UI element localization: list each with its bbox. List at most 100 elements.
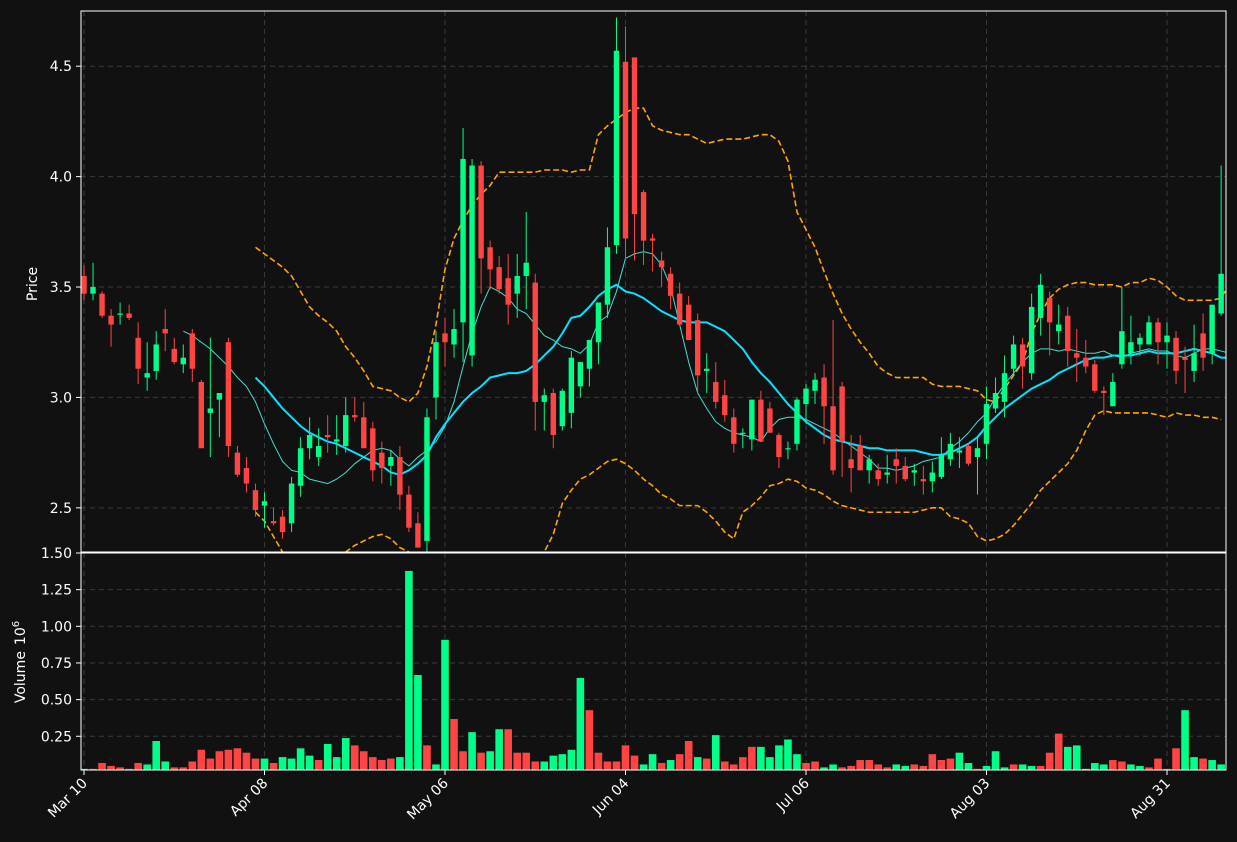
candle-body xyxy=(812,379,818,391)
candle-body xyxy=(505,278,511,305)
volume-bar xyxy=(927,753,937,770)
candle-body xyxy=(1001,373,1008,402)
candle-body xyxy=(667,273,674,296)
volume-bar xyxy=(142,763,152,770)
volume-bar xyxy=(224,749,233,770)
candle-body xyxy=(306,434,313,449)
candle-body xyxy=(604,247,611,305)
candle-body xyxy=(938,454,945,477)
candle-body xyxy=(1056,324,1062,332)
volume-bar xyxy=(151,740,161,770)
candle-body xyxy=(162,328,168,334)
candle-body xyxy=(252,490,259,511)
volume-bar xyxy=(133,762,143,770)
candle-body xyxy=(153,344,159,371)
volume-bar xyxy=(657,762,666,770)
candle-body xyxy=(1083,357,1089,367)
volume-bar xyxy=(359,750,369,770)
volume-axis-title-text: Volume xyxy=(13,651,29,703)
volume-bar xyxy=(332,756,342,770)
volume-bar xyxy=(639,763,648,770)
candle-body xyxy=(541,395,547,402)
candle-body xyxy=(695,320,701,376)
volume-bar xyxy=(1045,752,1055,770)
candle-body xyxy=(117,313,123,315)
candle-body xyxy=(929,472,936,482)
candle-body xyxy=(839,386,845,442)
volume-bar xyxy=(395,756,405,770)
candle-body xyxy=(406,494,412,528)
candle-body xyxy=(893,459,899,466)
candle-body xyxy=(108,315,114,325)
volume-bar xyxy=(1135,765,1145,770)
candle-body xyxy=(81,275,87,294)
volume-bar xyxy=(196,749,206,770)
volume-bar xyxy=(855,759,865,770)
volume-bar xyxy=(350,744,360,770)
volume-bar xyxy=(233,747,242,770)
volume-bar xyxy=(205,757,215,770)
candle-body xyxy=(1173,337,1179,371)
candle-body xyxy=(126,313,132,318)
candle-body xyxy=(135,337,141,369)
volume-bar xyxy=(1063,746,1073,770)
volume-bar xyxy=(467,731,477,770)
candle-body xyxy=(956,450,963,453)
candle-body xyxy=(225,342,232,447)
candle-body xyxy=(487,247,493,270)
volume-bar xyxy=(900,765,910,770)
volume-bar xyxy=(187,760,197,770)
candle-body xyxy=(1074,353,1080,358)
candle-body xyxy=(180,357,186,365)
volume-axis-exponent-power: 6 xyxy=(11,621,22,627)
volume-bar xyxy=(530,760,540,770)
candle-body xyxy=(749,399,755,440)
volume-bar xyxy=(160,760,170,770)
candle-body xyxy=(343,415,349,447)
volume-bar xyxy=(377,759,387,770)
volume-bar xyxy=(891,763,901,770)
volume-bar xyxy=(792,753,802,770)
volume-bar xyxy=(828,763,838,770)
volume-bar xyxy=(711,734,721,770)
candle-body xyxy=(884,472,890,475)
volume-bar xyxy=(557,753,567,770)
volume-bar xyxy=(1126,763,1136,770)
candle-body xyxy=(965,446,972,464)
candle-body xyxy=(857,446,863,471)
candle-body xyxy=(514,275,520,294)
volume-bar xyxy=(431,763,441,770)
candle-body xyxy=(523,262,529,276)
candle-body xyxy=(415,523,421,548)
candle-body xyxy=(1182,357,1188,360)
candle-body xyxy=(207,408,214,413)
volume-bar xyxy=(269,762,278,770)
candle-body xyxy=(451,328,457,345)
candle-body xyxy=(821,377,827,407)
volume-bar xyxy=(323,743,333,770)
price-tick-label: 3.5 xyxy=(50,280,72,296)
candle-body xyxy=(469,165,475,356)
candle-body xyxy=(622,61,629,239)
volume-bar xyxy=(612,760,621,770)
candle-body xyxy=(243,468,250,484)
volume-bar xyxy=(945,757,955,770)
volume-bar xyxy=(575,677,585,770)
candle-body xyxy=(1209,304,1215,354)
candle-body xyxy=(722,395,728,416)
volume-tick-label: 1.25 xyxy=(41,583,72,599)
volume-bar xyxy=(386,757,396,770)
candle-body xyxy=(1155,322,1161,343)
volume-bar xyxy=(485,750,495,770)
price-tick-label: 4.5 xyxy=(50,59,72,75)
candle-body xyxy=(992,393,999,409)
volume-bar xyxy=(720,760,730,770)
candle-body xyxy=(713,381,719,402)
price-axis-title: Price xyxy=(25,267,41,301)
price-tick-label: 4.0 xyxy=(50,170,72,186)
candle-body xyxy=(270,521,277,524)
volume-bar xyxy=(512,752,522,770)
volume-bar xyxy=(873,763,883,770)
volume-tick-label: 1.50 xyxy=(41,546,72,562)
candle-body xyxy=(704,368,710,371)
